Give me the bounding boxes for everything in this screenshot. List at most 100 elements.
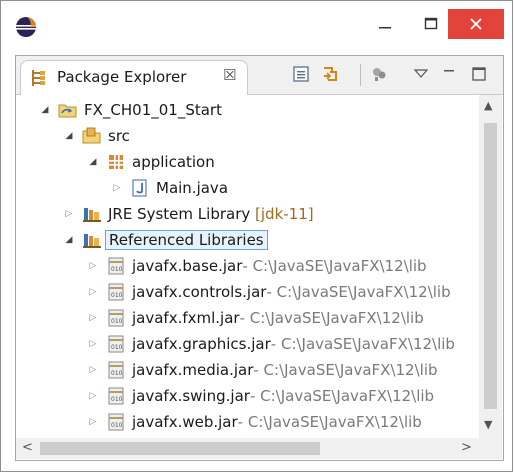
- maximize-view-button[interactable]: [468, 63, 490, 85]
- main-java-label: Main.java: [156, 179, 229, 197]
- jar-icon: 010: [106, 335, 126, 353]
- eclipse-window: Package Explorer ☒ ◢ FX_CH01_01_Start ◢ …: [0, 0, 513, 472]
- eclipse-icon: [16, 17, 36, 37]
- view-menu-icon: [414, 69, 428, 78]
- jre-version-label: [jdk-11]: [255, 205, 314, 223]
- tree-item-application-package[interactable]: ◢ application: [86, 150, 215, 174]
- package-explorer-icon: [32, 70, 45, 86]
- title-bar: [1, 1, 512, 55]
- jar-name: javafx.base.jar: [132, 257, 243, 275]
- collapsed-arrow-icon[interactable]: ▷: [86, 337, 100, 351]
- source-folder-icon: [82, 127, 102, 145]
- collapse-all-button[interactable]: [290, 63, 312, 85]
- tree-item-referenced-libraries[interactable]: ◢ Referenced Libraries: [62, 228, 268, 252]
- svg-text:010: 010: [111, 370, 123, 377]
- jar-path: - C:\JavaSE\JavaFX\12\lib: [242, 257, 427, 275]
- library-icon: [82, 205, 102, 223]
- project-tree: ◢ FX_CH01_01_Start ◢ src ◢ application ▷…: [16, 95, 479, 438]
- collapsed-arrow-icon[interactable]: ▷: [86, 389, 100, 403]
- jar-icon: 010: [106, 387, 126, 405]
- vertical-scrollbar[interactable]: ▲ ▼: [479, 95, 502, 438]
- svg-text:010: 010: [111, 318, 123, 325]
- src-label: src: [108, 127, 130, 145]
- horizontal-scroll-thumb[interactable]: [40, 442, 320, 455]
- scroll-up-icon[interactable]: ▲: [484, 99, 492, 112]
- svg-text:010: 010: [111, 344, 123, 351]
- jar-name: javafx.swing.jar: [132, 387, 250, 405]
- tree-item-jar[interactable]: ▷ 010 javafx.swing.jar - C:\JavaSE\JavaF…: [86, 384, 435, 408]
- collapsed-arrow-icon[interactable]: ▷: [86, 285, 100, 299]
- tree-item-jar[interactable]: ▷ 010 javafx.controls.jar - C:\JavaSE\Ja…: [86, 280, 451, 304]
- tree-item-jar[interactable]: ▷ 010 javafx.base.jar - C:\JavaSE\JavaFX…: [86, 254, 427, 278]
- collapsed-arrow-icon[interactable]: ▷: [86, 259, 100, 273]
- tree-item-project[interactable]: ◢ FX_CH01_01_Start: [38, 98, 222, 122]
- collapsed-arrow-icon[interactable]: ▷: [86, 363, 100, 377]
- jar-icon: 010: [106, 413, 126, 431]
- tree-item-src[interactable]: ◢ src: [62, 124, 130, 148]
- jre-label: JRE System Library: [108, 205, 251, 223]
- tree-item-jre-library[interactable]: ▷ JRE System Library [jdk-11]: [62, 202, 314, 226]
- java-project-icon: [58, 101, 78, 119]
- close-button[interactable]: [448, 9, 504, 39]
- view-menu-button[interactable]: [410, 63, 432, 85]
- svg-text:010: 010: [111, 396, 123, 403]
- jar-path: - C:\JavaSE\JavaFX\12\lib: [266, 283, 451, 301]
- package-label: application: [132, 153, 215, 171]
- jar-name: javafx.fxml.jar: [132, 309, 240, 327]
- vertical-scroll-thumb[interactable]: [484, 123, 497, 409]
- tab-label: Package Explorer: [57, 68, 187, 86]
- tree-item-jar[interactable]: ▷ 010 javafx.media.jar - C:\JavaSE\JavaF…: [86, 358, 438, 382]
- expanded-arrow-icon[interactable]: ◢: [62, 233, 76, 247]
- horizontal-scrollbar[interactable]: < >: [16, 438, 502, 459]
- maximize-button[interactable]: [414, 9, 448, 39]
- expanded-arrow-icon[interactable]: ◢: [86, 155, 100, 169]
- tree-item-jar[interactable]: ▷ 010 javafx.fxml.jar - C:\JavaSE\JavaFX…: [86, 306, 424, 330]
- minimize-button[interactable]: [368, 9, 402, 39]
- jar-icon: 010: [106, 309, 126, 327]
- tree-item-jar[interactable]: ▷ 010 javafx.web.jar - C:\JavaSE\JavaFX\…: [86, 410, 422, 434]
- jar-path: - C:\JavaSE\JavaFX\12\lib: [239, 309, 424, 327]
- svg-text:010: 010: [111, 292, 123, 299]
- jar-icon: 010: [106, 361, 126, 379]
- svg-text:010: 010: [111, 266, 123, 273]
- collapsed-arrow-icon[interactable]: ▷: [86, 415, 100, 429]
- collapse-all-icon: [293, 66, 309, 82]
- link-with-editor-icon: [324, 67, 337, 81]
- jar-icon: 010: [106, 283, 126, 301]
- scroll-left-icon[interactable]: <: [22, 440, 33, 455]
- toolbar-separator: [360, 64, 361, 86]
- minimize-view-button[interactable]: [438, 63, 460, 85]
- close-icon: [470, 18, 482, 30]
- scroll-right-icon[interactable]: >: [461, 440, 472, 455]
- tab-close-icon[interactable]: ☒: [223, 66, 236, 84]
- collapsed-arrow-icon[interactable]: ▷: [110, 181, 124, 195]
- collapsed-arrow-icon[interactable]: ▷: [62, 207, 76, 221]
- jar-name: javafx.graphics.jar: [132, 335, 271, 353]
- tree-item-jar[interactable]: ▷ 010 javafx.graphics.jar - C:\JavaSE\Ja…: [86, 332, 455, 356]
- library-icon: [82, 231, 102, 249]
- minimize-view-icon: [444, 70, 454, 72]
- package-explorer-view: Package Explorer ☒ ◢ FX_CH01_01_Start ◢ …: [15, 55, 504, 461]
- expanded-arrow-icon[interactable]: ◢: [62, 129, 76, 143]
- tree-item-main-java[interactable]: ▷ Main.java: [110, 176, 228, 200]
- maximize-view-icon: [472, 67, 486, 81]
- filters-icon: [373, 68, 386, 81]
- package-icon: [106, 153, 126, 171]
- jar-name: javafx.controls.jar: [132, 283, 267, 301]
- collapsed-arrow-icon[interactable]: ▷: [86, 311, 100, 325]
- project-label: FX_CH01_01_Start: [84, 101, 222, 119]
- jar-path: - C:\JavaSE\JavaFX\12\lib: [270, 335, 455, 353]
- maximize-icon: [424, 17, 438, 30]
- jar-name: javafx.web.jar: [132, 413, 238, 431]
- jar-path: - C:\JavaSE\JavaFX\12\lib: [237, 413, 422, 431]
- scroll-down-icon[interactable]: ▼: [484, 418, 492, 431]
- link-with-editor-button[interactable]: [320, 63, 342, 85]
- tab-package-explorer[interactable]: Package Explorer ☒: [20, 60, 248, 95]
- jar-path: - C:\JavaSE\JavaFX\12\lib: [249, 387, 435, 405]
- jar-name: javafx.media.jar: [132, 361, 254, 379]
- filters-button[interactable]: [368, 63, 390, 85]
- expanded-arrow-icon[interactable]: ◢: [38, 103, 52, 117]
- referenced-libraries-label: Referenced Libraries: [105, 230, 268, 250]
- jar-path: - C:\JavaSE\JavaFX\12\lib: [253, 361, 438, 379]
- view-tab-bar: Package Explorer ☒: [16, 56, 503, 95]
